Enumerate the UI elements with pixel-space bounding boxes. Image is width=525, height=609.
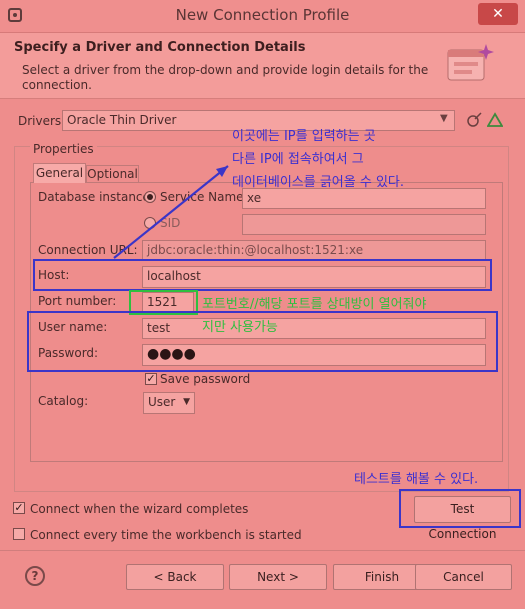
- connect-wizard-label: Connect when the wizard completes: [30, 502, 249, 516]
- test-annotation: 테스트를 해볼 수 있다.: [354, 472, 479, 487]
- port-annotation-line2: 지만 사용가능: [202, 320, 278, 335]
- chevron-down-icon[interactable]: ▼: [440, 113, 448, 124]
- window-title: New Connection Profile: [175, 6, 350, 24]
- sid-input[interactable]: [242, 214, 486, 235]
- footer-divider: [0, 550, 525, 551]
- connect-wizard-checkbox[interactable]: ✓: [13, 502, 25, 514]
- back-button[interactable]: < Back: [126, 564, 224, 590]
- catalog-value: User: [148, 395, 176, 409]
- connect-every-checkbox[interactable]: [13, 528, 25, 540]
- properties-label: Properties: [30, 142, 97, 156]
- save-password-checkbox[interactable]: ✓: [145, 373, 157, 385]
- connect-every-label: Connect every time the workbench is star…: [30, 528, 302, 542]
- drivers-label: Drivers:: [18, 114, 66, 128]
- edit-driver-icon[interactable]: [466, 112, 482, 128]
- add-driver-icon[interactable]: [487, 112, 503, 128]
- page-description: Select a driver from the drop-down and p…: [22, 63, 429, 92]
- catalog-label: Catalog:: [38, 394, 89, 408]
- test-connection-annotation-box: [399, 489, 521, 528]
- wizard-banner-icon: [447, 44, 494, 81]
- catalog-select[interactable]: User ▼: [143, 392, 195, 414]
- next-button[interactable]: Next >: [229, 564, 327, 590]
- cancel-button[interactable]: Cancel: [415, 564, 512, 590]
- chevron-down-icon: ▼: [183, 397, 190, 407]
- host-annotation-line2: 다른 IP에 접속하여서 그: [232, 152, 364, 167]
- save-password-label: Save password: [160, 372, 251, 386]
- host-annotation-line1: 이곳에는 IP를 입력하는 곳: [232, 129, 376, 144]
- tab-general[interactable]: General: [33, 163, 86, 183]
- annotation-arrow: [113, 165, 229, 259]
- close-button[interactable]: ✕: [478, 3, 518, 25]
- page-title: Specify a Driver and Connection Details: [14, 40, 306, 55]
- port-annotation-line1: 포트번호//해당 포트를 상대방이 열어줘야: [202, 297, 427, 312]
- help-icon[interactable]: ?: [25, 566, 45, 586]
- port-label: Port number:: [38, 294, 117, 308]
- host-annotation-line3: 데이터베이스를 긁어올 수 있다.: [232, 175, 405, 190]
